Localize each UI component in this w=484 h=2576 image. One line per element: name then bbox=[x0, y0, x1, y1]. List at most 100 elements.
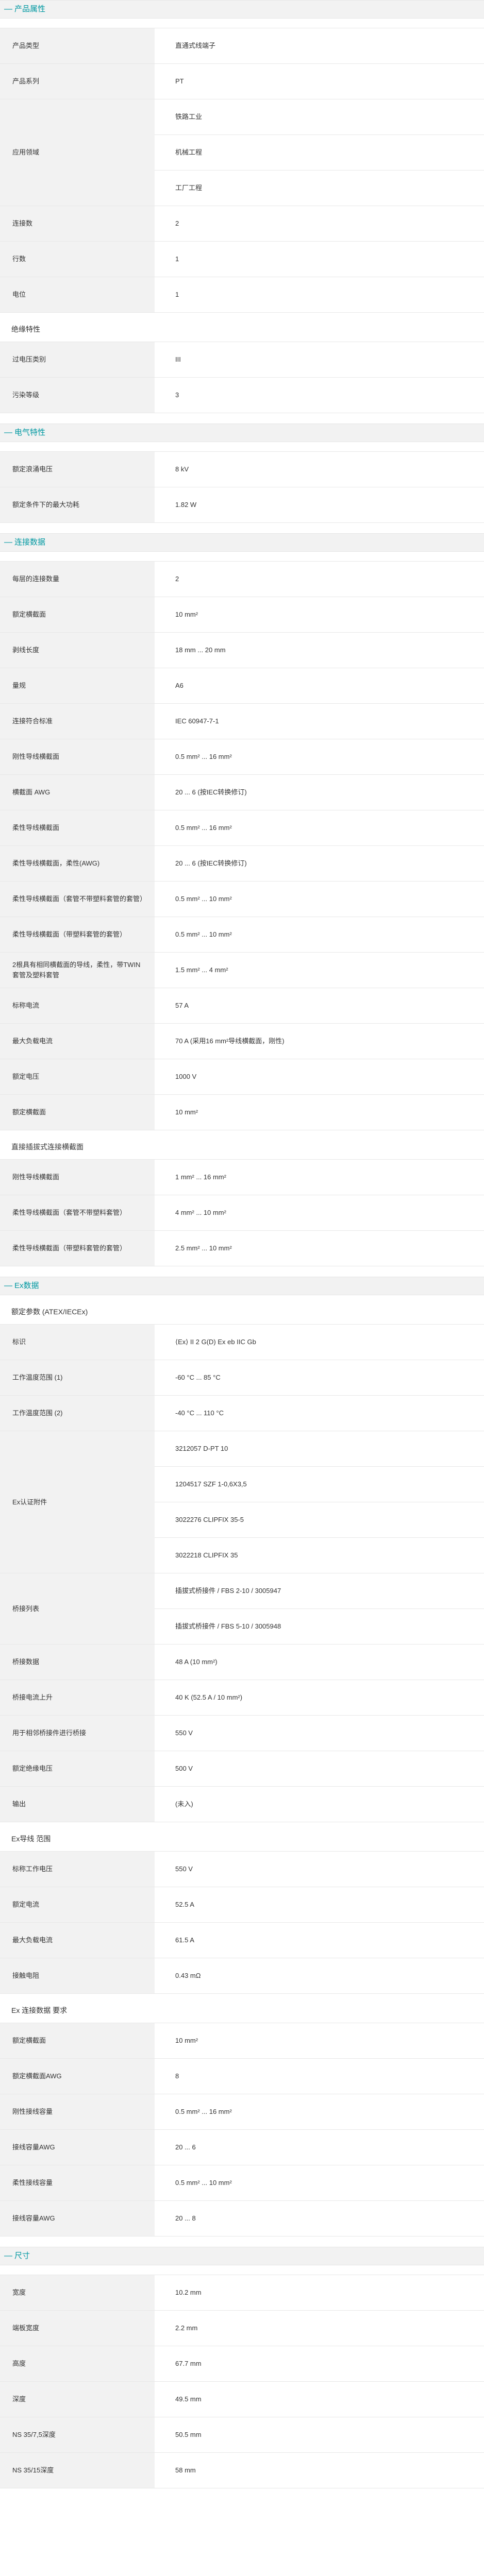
spec-label: 2根具有相同横截面的导线，柔性，带TWIN套管及塑料套管 bbox=[0, 952, 155, 988]
spec-label: 工作温度范围 (2) bbox=[0, 1395, 155, 1431]
spec-table: 标识 ⟨Ex⟩ II 2 G(D) Ex eb IIC Gb 工作温度范围 (1) -… bbox=[0, 1324, 484, 1822]
spec-row: 额定绝缘电压 500 V bbox=[0, 1751, 484, 1787]
spec-label: 宽度 bbox=[0, 2275, 155, 2311]
spec-row: 额定横截面 10 mm² bbox=[0, 1094, 484, 1130]
spec-value: 10 mm² bbox=[155, 2023, 484, 2059]
spec-row: 额定浪涌电压 8 kV bbox=[0, 451, 484, 487]
spec-value: 插拔式桥接件 / FBS 2-10 / 3005947 bbox=[155, 1573, 484, 1609]
spec-table: 刚性导线横截面 1 mm² ... 16 mm² 柔性导线横截面（套管不带塑料套管）… bbox=[0, 1159, 484, 1266]
spec-row: 产品系列 PT bbox=[0, 63, 484, 99]
spec-value: 0.5 mm² ... 16 mm² bbox=[155, 739, 484, 775]
section-header[interactable]: — 产品属性 bbox=[0, 0, 484, 19]
spec-label: 应用领域 bbox=[0, 99, 155, 206]
spec-table: 宽度 10.2 mm 端板宽度 2.2 mm 高度 67.7 mm 深度 49.5 mm NS … bbox=[0, 2275, 484, 2488]
section-header[interactable]: — 连接数据 bbox=[0, 533, 484, 552]
collapse-dash-icon: — bbox=[4, 5, 12, 13]
spec-row: 应用领域 铁路工业 bbox=[0, 99, 484, 206]
spec-label: 用于相邻桥接件进行桥接 bbox=[0, 1715, 155, 1751]
spec-row: 柔性导线横截面（套管不带塑料套管的套管） 0.5 mm² ... 10 mm² bbox=[0, 881, 484, 917]
spec-label: 额定电流 bbox=[0, 1887, 155, 1923]
spec-label: Ex认证附件 bbox=[0, 1431, 155, 1573]
spec-row: 接线容量AWG 20 ... 6 bbox=[0, 2129, 484, 2165]
spec-row: NS 35/15深度 58 mm bbox=[0, 2452, 484, 2488]
spec-label: 额定横截面 bbox=[0, 597, 155, 633]
spec-label: 连接符合标准 bbox=[0, 703, 155, 739]
spec-row: 额定电压 1000 V bbox=[0, 1059, 484, 1095]
section-title: 产品属性 bbox=[14, 5, 46, 13]
spec-label: 接线容量AWG bbox=[0, 2129, 155, 2165]
spec-row: 柔性导线横截面，柔性(AWG) 20 ... 6 (按IEC转换修订) bbox=[0, 845, 484, 882]
spec-value: 插拔式桥接件 / FBS 5-10 / 3005948 bbox=[155, 1608, 484, 1645]
spec-value: 67.7 mm bbox=[155, 2346, 484, 2382]
spec-value: 铁路工业 bbox=[155, 99, 484, 135]
spec-row: 标称电流 57 A bbox=[0, 988, 484, 1024]
spec-label: 额定横截面 bbox=[0, 2023, 155, 2059]
spec-row: 行数 1 bbox=[0, 241, 484, 277]
spec-row: 每层的连接数量 2 bbox=[0, 561, 484, 597]
section-header[interactable]: — 电气特性 bbox=[0, 423, 484, 442]
spec-row: 刚性导线横截面 1 mm² ... 16 mm² bbox=[0, 1159, 484, 1195]
spec-label: 产品系列 bbox=[0, 63, 155, 99]
group-subtitle: Ex 连接数据 要求 bbox=[11, 2006, 68, 2014]
spec-row: 接线容量AWG 20 ... 8 bbox=[0, 2200, 484, 2236]
section-header[interactable]: — Ex数据 bbox=[0, 1277, 484, 1295]
spec-row: 工作温度范围 (2) -40 °C ... 110 °C bbox=[0, 1395, 484, 1431]
spec-label: 标称电流 bbox=[0, 988, 155, 1024]
spec-label: 接线容量AWG bbox=[0, 2200, 155, 2236]
spec-row: 额定横截面 10 mm² bbox=[0, 597, 484, 633]
spec-value: 20 ... 8 bbox=[155, 2200, 484, 2236]
spec-value: 8 bbox=[155, 2058, 484, 2094]
spec-label: NS 35/15深度 bbox=[0, 2452, 155, 2488]
spec-label: 电位 bbox=[0, 277, 155, 313]
spec-label: 额定条件下的最大功耗 bbox=[0, 487, 155, 523]
spec-label: 剥线长度 bbox=[0, 632, 155, 668]
spec-label: 额定绝缘电压 bbox=[0, 1751, 155, 1787]
spec-row: 柔性导线横截面（套管不带塑料套管） 4 mm² ... 10 mm² bbox=[0, 1195, 484, 1231]
spec-label: 标识 bbox=[0, 1324, 155, 1360]
spec-label: 最大负载电流 bbox=[0, 1023, 155, 1059]
spec-value: 1.5 mm² ... 4 mm² bbox=[155, 952, 484, 988]
spec-label: 高度 bbox=[0, 2346, 155, 2382]
spec-label: 深度 bbox=[0, 2381, 155, 2417]
spec-label: 额定横截面AWG bbox=[0, 2058, 155, 2094]
spec-row: 柔性接线容量 0.5 mm² ... 10 mm² bbox=[0, 2165, 484, 2201]
section-title: Ex数据 bbox=[14, 1281, 39, 1290]
spec-row: 端板宽度 2.2 mm bbox=[0, 2310, 484, 2346]
spec-value: 0.5 mm² ... 10 mm² bbox=[155, 917, 484, 953]
spec-label: 产品类型 bbox=[0, 28, 155, 64]
spec-label: 柔性接线容量 bbox=[0, 2165, 155, 2201]
spec-value: 0.5 mm² ... 10 mm² bbox=[155, 2165, 484, 2201]
spec-value: 58 mm bbox=[155, 2452, 484, 2488]
spec-value: 工厂工程 bbox=[155, 170, 484, 206]
spec-value: 1 bbox=[155, 277, 484, 313]
spec-label: 柔性导线横截面（带塑料套管的套管） bbox=[0, 917, 155, 953]
spec-value: ⟨Ex⟩ II 2 G(D) Ex eb IIC Gb bbox=[155, 1324, 484, 1360]
spec-label: 柔性导线横截面（套管不带塑料套管） bbox=[0, 1195, 155, 1231]
spec-row: 2根具有相同横截面的导线，柔性，带TWIN套管及塑料套管 1.5 mm² ... … bbox=[0, 952, 484, 988]
spec-value: 2.2 mm bbox=[155, 2310, 484, 2346]
spec-label: 每层的连接数量 bbox=[0, 561, 155, 597]
spec-value: IEC 60947-7-1 bbox=[155, 703, 484, 739]
spec-label: 柔性导线横截面（带塑料套管的套管） bbox=[0, 1230, 155, 1266]
spec-label: 刚性导线横截面 bbox=[0, 739, 155, 775]
spec-value: 3 bbox=[155, 377, 484, 413]
spec-value: 1.82 W bbox=[155, 487, 484, 523]
spec-value: -40 °C ... 110 °C bbox=[155, 1395, 484, 1431]
spec-row: 产品类型 直通式线端子 bbox=[0, 28, 484, 64]
spec-row: 输出 (未入) bbox=[0, 1786, 484, 1822]
spec-value: 57 A bbox=[155, 988, 484, 1024]
section-header[interactable]: — 尺寸 bbox=[0, 2247, 484, 2265]
spec-value: 0.5 mm² ... 16 mm² bbox=[155, 2094, 484, 2130]
spec-row: 深度 49.5 mm bbox=[0, 2381, 484, 2417]
spec-label: 柔性导线横截面 bbox=[0, 810, 155, 846]
spec-value: 20 ... 6 (按IEC转换修订) bbox=[155, 845, 484, 882]
spec-table: 产品类型 直通式线端子 产品系列 PT 应用领域 铁路工业 机械工程 工厂工程 连接数 2 行数 1 电… bbox=[0, 28, 484, 313]
spec-row: 工作温度范围 (1) -60 °C ... 85 °C bbox=[0, 1360, 484, 1396]
spec-value: 49.5 mm bbox=[155, 2381, 484, 2417]
collapse-dash-icon: — bbox=[4, 1281, 12, 1290]
spec-value: 1204517 SZF 1-0,6X3,5 bbox=[155, 1466, 484, 1502]
spec-value: (未入) bbox=[155, 1786, 484, 1822]
spec-value: 0.43 mΩ bbox=[155, 1958, 484, 1994]
spec-row: 污染等级 3 bbox=[0, 377, 484, 413]
